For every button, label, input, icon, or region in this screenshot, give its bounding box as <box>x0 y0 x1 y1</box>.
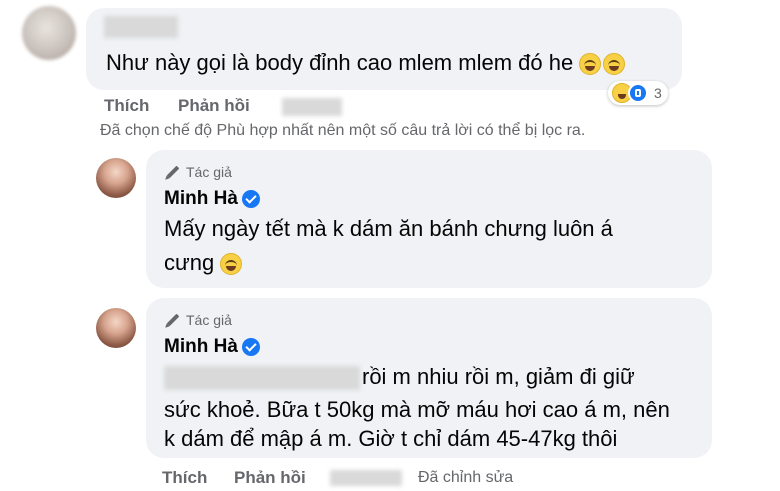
author-badge: Tác giả <box>166 164 232 180</box>
reply-text-line2: cưng <box>164 246 243 280</box>
laughing-emoji-icon <box>220 253 243 276</box>
reply-text-line3: k dám để mập á m. Giờ t chỉ dám 45-47kg … <box>164 426 618 451</box>
author-name[interactable]: Minh Hà <box>164 188 260 210</box>
reaction-summary[interactable]: 3 <box>608 81 668 105</box>
reply-text-line1: rồi m nhiu rồi m, giảm đi giữ <box>362 364 635 389</box>
author-avatar[interactable] <box>96 158 136 198</box>
timestamp-redacted <box>282 98 342 116</box>
laughing-emoji-icon <box>579 53 602 76</box>
edited-label[interactable]: Đã chỉnh sửa <box>418 469 513 487</box>
laughing-emoji-icon <box>603 53 626 76</box>
commenter-avatar[interactable] <box>22 6 76 60</box>
verified-badge-icon <box>241 189 260 208</box>
comment-text-content: Như này gọi là body đỉnh cao mlem mlem đ… <box>106 50 574 75</box>
filter-notice: Đã chọn chế độ Phù hợp nhất nên một số c… <box>100 122 586 139</box>
author-name[interactable]: Minh Hà <box>164 336 260 358</box>
reply-text-line2-content: cưng <box>164 250 215 275</box>
comment-text: Như này gọi là body đỉnh cao mlem mlem đ… <box>106 46 626 80</box>
pencil-icon <box>166 313 180 327</box>
timestamp-redacted <box>330 470 402 486</box>
reply-text-line1: Mấy ngày tết mà k dám ăn bánh chưng luôn… <box>164 216 613 241</box>
like-button[interactable]: Thích <box>162 468 207 488</box>
author-badge: Tác giả <box>166 312 232 328</box>
reply-text-redacted <box>164 366 360 390</box>
author-name-text[interactable]: Minh Hà <box>164 188 238 209</box>
author-avatar[interactable] <box>96 308 136 348</box>
reply-button[interactable]: Phản hồi <box>178 96 250 116</box>
author-badge-label: Tác giả <box>186 312 232 328</box>
reply-button[interactable]: Phản hồi <box>234 468 306 488</box>
author-name-text[interactable]: Minh Hà <box>164 336 238 357</box>
like-reaction-icon <box>628 83 648 103</box>
like-button[interactable]: Thích <box>104 96 149 116</box>
author-badge-label: Tác giả <box>186 164 232 180</box>
pencil-icon <box>166 165 180 179</box>
reaction-count: 3 <box>654 85 662 101</box>
commenter-name-redacted <box>104 16 178 38</box>
verified-badge-icon <box>241 337 260 356</box>
